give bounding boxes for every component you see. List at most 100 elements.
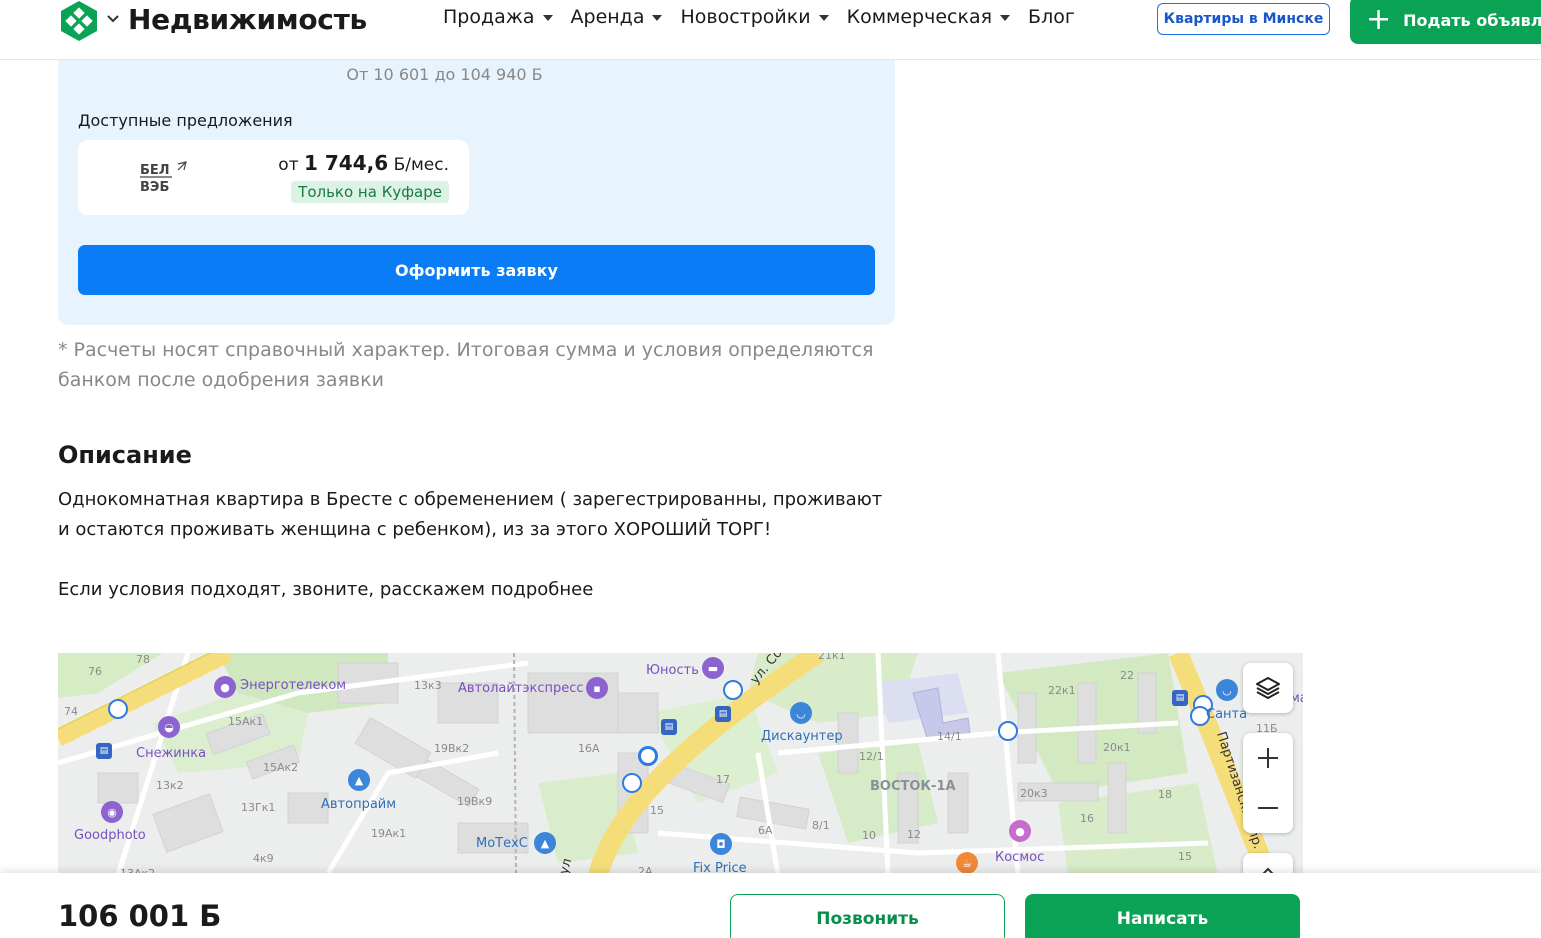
house-number: 13Гк1 <box>241 801 276 814</box>
post-ad-button[interactable]: + Подать объявление <box>1350 0 1541 44</box>
write-message-button[interactable]: Написать <box>1025 894 1300 938</box>
brand-title[interactable]: Недвижимость <box>128 3 367 36</box>
house-number: 15Ак2 <box>263 761 299 774</box>
house-number: 22 <box>1120 669 1134 682</box>
poi-car-service-icon[interactable]: ▲ <box>534 832 556 854</box>
poi-label[interactable]: Автолайтэкспресс <box>458 681 584 696</box>
house-number: 14/1 <box>937 730 962 743</box>
svg-text:БЕЛ: БЕЛ <box>140 163 170 178</box>
house-number: 78 <box>136 653 150 666</box>
description-paragraph: Если условия подходят, звоните, расскаже… <box>58 579 594 600</box>
zoom-out-button[interactable] <box>1243 783 1293 833</box>
caret-down-icon <box>1000 15 1011 21</box>
house-number: 22к1 <box>1048 684 1076 697</box>
nav-item-blog[interactable]: Блог <box>1028 6 1075 28</box>
poi-label[interactable]: Санта <box>1206 707 1247 722</box>
loan-range-text: От 10 601 до 104 940 Б <box>346 65 543 84</box>
description-title: Описание <box>58 441 192 469</box>
house-number: 12/1 <box>859 750 884 763</box>
house-number: 16А <box>578 742 600 755</box>
zoom-in-button[interactable] <box>1243 733 1293 783</box>
house-number: 13к3 <box>414 679 442 692</box>
bus-stop-icon[interactable]: ▤ <box>661 719 677 735</box>
kufar-logo-icon[interactable] <box>58 0 100 42</box>
description-paragraph: Однокомнатная квартира в Бресте с обреме… <box>58 489 883 540</box>
map-layers-button[interactable] <box>1243 663 1293 713</box>
sticky-contact-bar: 106 001 Б Позвонить Написать <box>0 873 1541 938</box>
caret-down-icon <box>542 15 553 21</box>
house-number: 6А <box>758 824 773 837</box>
transit-pin[interactable] <box>998 721 1018 741</box>
caret-down-icon <box>652 15 663 21</box>
nav-item-new-buildings[interactable]: Новостройки <box>680 6 829 28</box>
bank-logo: БЕЛ ВЭБ <box>140 161 187 195</box>
layers-icon <box>1256 677 1280 699</box>
poi-cafe-icon[interactable]: ◒ <box>158 716 180 738</box>
transit-pin[interactable] <box>723 680 743 700</box>
poi-label[interactable]: Юность <box>646 663 699 678</box>
poi-photo-icon[interactable]: ◉ <box>101 801 123 823</box>
bus-stop-icon[interactable]: ▤ <box>1172 690 1188 706</box>
nav-item-commercial[interactable]: Коммерческая <box>847 6 1011 28</box>
minus-icon <box>1258 807 1278 809</box>
poi-label[interactable]: Энерготелеком <box>240 678 346 693</box>
exclusive-badge: Только на Куфаре <box>291 181 449 203</box>
house-number: 13к2 <box>156 779 184 792</box>
caret-down-icon <box>818 15 829 21</box>
poi-label[interactable]: Космос <box>995 850 1044 865</box>
map-zoom-control <box>1243 733 1293 833</box>
poi-cinema-icon[interactable]: ● <box>1009 820 1031 842</box>
house-number: 19Ак1 <box>371 827 407 840</box>
house-number: 19Вк2 <box>434 742 470 755</box>
plus-icon: + <box>1366 2 1392 37</box>
poi-briefcase-icon[interactable]: ▪ <box>586 677 608 699</box>
city-apartments-button[interactable]: Квартиры в Минске <box>1157 3 1330 35</box>
chevron-down-icon[interactable] <box>106 12 120 26</box>
house-number: 8/1 <box>812 819 830 832</box>
poi-label[interactable]: Goodphoto <box>74 828 146 843</box>
house-number: 19Вк9 <box>457 795 493 808</box>
house-number: 74 <box>64 705 78 718</box>
poi-basket-icon[interactable]: ◡ <box>790 702 812 724</box>
poi-shopping-bag-icon[interactable]: ◘ <box>710 833 732 855</box>
bank-offer-card[interactable]: БЕЛ ВЭБ от 1 744,6 Б/мес. Только на Куфа… <box>78 140 469 215</box>
listing-price: 106 001 Б <box>58 899 222 933</box>
poi-label[interactable]: Снежинка <box>136 746 206 761</box>
district-label: ВОСТОК-1А <box>870 779 956 794</box>
map-locate-button[interactable] <box>1243 853 1293 875</box>
transit-pin[interactable] <box>108 699 128 719</box>
house-number: 10 <box>862 829 876 842</box>
house-number: 15 <box>1178 850 1192 863</box>
poi-store-icon[interactable]: ◡ <box>1216 679 1238 701</box>
offers-title: Доступные предложения <box>78 111 293 130</box>
poi-label[interactable]: Дискаунтер <box>761 729 843 744</box>
house-number: 21к1 <box>818 653 846 662</box>
poi-car-icon[interactable]: ▲ <box>348 769 370 791</box>
house-number: 18 <box>1158 788 1172 801</box>
house-number: 20к1 <box>1103 741 1131 754</box>
poi-label[interactable]: Автопрайм <box>321 797 396 812</box>
bus-stop-icon[interactable]: ▤ <box>715 706 731 722</box>
transit-pin[interactable] <box>622 773 642 793</box>
main-nav: Продажа Аренда Новостройки Коммерческая … <box>443 6 1075 28</box>
poi-label[interactable]: МоТехС <box>476 836 528 851</box>
house-number: 12 <box>907 828 921 841</box>
poi-energy-icon[interactable]: ● <box>214 676 236 698</box>
poi-coffee-icon[interactable]: ☕ <box>956 852 978 874</box>
house-number: 15 <box>650 804 664 817</box>
house-number: 20к3 <box>1020 787 1048 800</box>
offer-price: от 1 744,6 Б/мес. <box>278 151 449 175</box>
site-header: Недвижимость Продажа Аренда Новостройки … <box>0 0 1541 60</box>
call-button[interactable]: Позвонить <box>730 894 1005 938</box>
apply-loan-button[interactable]: Оформить заявку <box>78 245 875 295</box>
nav-item-rent[interactable]: Аренда <box>571 6 663 28</box>
house-number: 17 <box>716 773 730 786</box>
transit-pin[interactable] <box>638 746 658 766</box>
location-map[interactable]: 78 76 74 15Ак1 15Ак2 13к2 13Гк1 4к9 13Ак… <box>58 653 1303 875</box>
house-number: 16 <box>1080 812 1094 825</box>
loan-calculator-panel: От 10 601 до 104 940 Б Доступные предлож… <box>58 40 895 325</box>
nav-item-sale[interactable]: Продажа <box>443 6 553 28</box>
poi-hotel-icon[interactable]: ▬ <box>702 657 724 679</box>
bus-stop-icon[interactable]: ▤ <box>96 743 112 759</box>
plus-icon <box>1258 748 1278 768</box>
